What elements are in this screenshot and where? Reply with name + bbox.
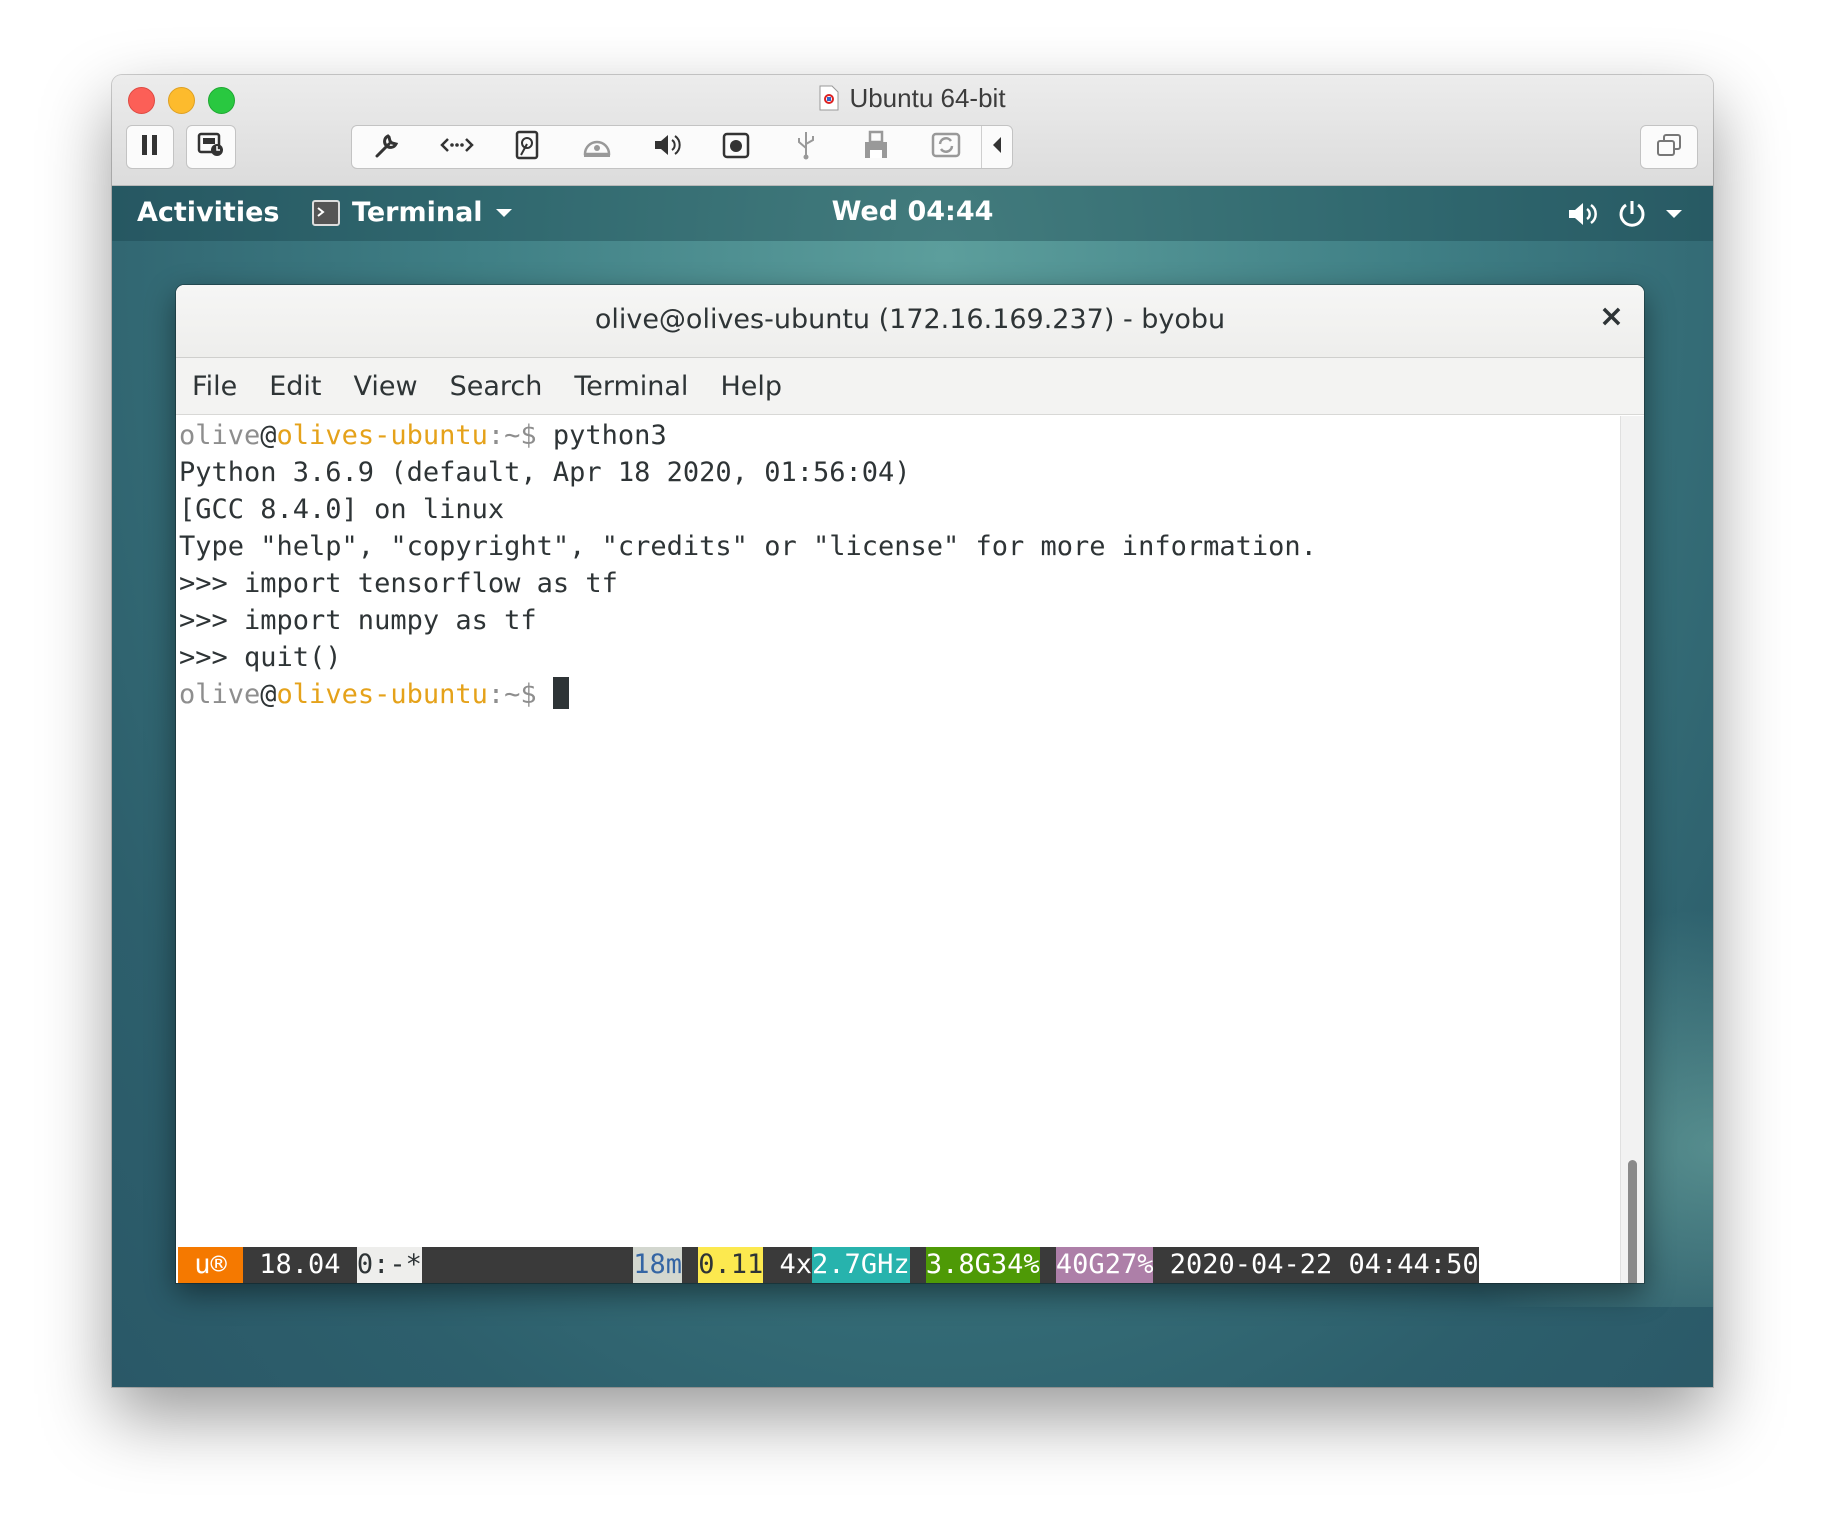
volume-icon (1567, 200, 1599, 228)
terminal-menubar: File Edit View Search Terminal Help (176, 358, 1644, 415)
cd-button[interactable] (562, 126, 632, 168)
status-segment (909, 1247, 926, 1283)
prompt-host: olives-ubuntu (276, 420, 488, 451)
output-line: >>> import numpy as tf (179, 605, 537, 636)
prompt-path: :~$ (487, 679, 553, 710)
status-segment (1039, 1247, 1056, 1283)
sound-button[interactable] (632, 126, 702, 168)
printer-button[interactable] (841, 126, 911, 168)
status-segment: 2.7GHz (812, 1247, 910, 1283)
hard-disk-button[interactable] (492, 126, 562, 168)
prompt-user: olive (179, 420, 261, 451)
vm-document-icon (819, 85, 839, 118)
snapshot-button[interactable] (186, 125, 236, 169)
status-segment: 0.11 (698, 1247, 764, 1283)
collapse-toolbar-button[interactable] (981, 126, 1012, 168)
status-segment (421, 1247, 634, 1283)
settings-icon (372, 130, 402, 164)
close-icon[interactable]: × (1599, 299, 1624, 334)
output-line: >>> import tensorflow as tf (179, 568, 618, 599)
settings-button[interactable] (352, 126, 422, 168)
terminal-header: olive@olives-ubuntu (172.16.169.237) - b… (176, 285, 1644, 358)
vm-device-toolbar (351, 125, 1013, 169)
power-icon (1617, 199, 1647, 229)
prompt-line: olive@olives-ubuntu:~$ python3 (179, 418, 667, 454)
status-segment: 0:-* (356, 1247, 422, 1283)
vmware-window: Ubuntu 64-bit Activities Terminal Wed 04… (112, 75, 1713, 1387)
network-icon (440, 135, 474, 159)
system-tray[interactable] (1567, 199, 1683, 229)
scrollbar[interactable] (1620, 416, 1644, 1283)
status-segment: 2020-04-22 04:44:50 (1153, 1247, 1479, 1283)
menu-file[interactable]: File (192, 371, 237, 402)
terminal-console[interactable]: olive@olives-ubuntu:~$ python3 Python 3.6… (176, 416, 1621, 1283)
sync-button[interactable] (911, 126, 981, 168)
terminal-window: olive@olives-ubuntu (172.16.169.237) - b… (176, 285, 1644, 1283)
status-segment (681, 1247, 699, 1283)
window-mode-button[interactable] (1640, 125, 1698, 169)
prompt-line: olive@olives-ubuntu:~$ (179, 677, 569, 713)
prompt-host: olives-ubuntu (276, 679, 488, 710)
chevron-left-icon (991, 136, 1003, 158)
gnome-top-bar: Activities Terminal Wed 04:44 (112, 186, 1713, 241)
status-segment: 3.8G34% (925, 1247, 1040, 1283)
pause-button[interactable] (126, 125, 174, 169)
clock[interactable]: Wed 04:44 (112, 196, 1713, 227)
text-cursor (552, 677, 569, 709)
output-line: Python 3.6.9 (default, Apr 18 2020, 01:5… (179, 457, 911, 488)
output-line: [GCC 8.4.0] on linux (179, 494, 505, 525)
printer-icon (863, 130, 889, 164)
vm-title: Ubuntu 64-bit (112, 83, 1713, 118)
terminal-title: olive@olives-ubuntu (172.16.169.237) - b… (594, 304, 1226, 335)
prompt-at: @ (260, 420, 277, 451)
cd-icon (582, 132, 612, 162)
sound-icon (652, 132, 682, 162)
sync-icon (931, 131, 961, 163)
usb-icon (795, 130, 817, 164)
menu-help[interactable]: Help (720, 371, 782, 402)
status-segment: 18m (633, 1247, 682, 1283)
menu-edit[interactable]: Edit (269, 371, 321, 402)
status-segment: 18.04 (243, 1247, 357, 1283)
status-segment: 4x (763, 1247, 813, 1283)
window-mode-icon (1656, 133, 1682, 161)
ubuntu-desktop: Activities Terminal Wed 04:44 olive@oliv… (112, 186, 1713, 1387)
vm-titlebar: Ubuntu 64-bit (112, 75, 1713, 186)
camera-button[interactable] (701, 126, 771, 168)
camera-icon (722, 131, 750, 163)
status-segment: 40G27% (1055, 1247, 1154, 1283)
chevron-down-icon (1665, 208, 1683, 220)
status-segment: u® (178, 1247, 244, 1283)
usb-button[interactable] (771, 126, 841, 168)
pause-icon (140, 134, 160, 160)
menu-search[interactable]: Search (450, 371, 543, 402)
command-text: python3 (552, 420, 667, 451)
vm-title-text: Ubuntu 64-bit (849, 83, 1006, 113)
prompt-at: @ (260, 679, 277, 710)
output-line: >>> quit() (179, 642, 342, 673)
byobu-status-bar: u® 18.04 0:-* 18m 0.11 4x 2.7GHz 3.8G34% … (178, 1247, 1479, 1283)
hard-disk-icon (515, 130, 539, 164)
menu-terminal[interactable]: Terminal (574, 371, 688, 402)
prompt-path: :~$ (487, 420, 553, 451)
output-line: Type "help", "copyright", "credits" or "… (179, 531, 1317, 562)
scrollbar-thumb[interactable] (1628, 1160, 1637, 1283)
network-button[interactable] (422, 126, 492, 168)
menu-view[interactable]: View (353, 371, 417, 402)
prompt-user: olive (179, 679, 261, 710)
snapshot-icon (197, 132, 225, 162)
